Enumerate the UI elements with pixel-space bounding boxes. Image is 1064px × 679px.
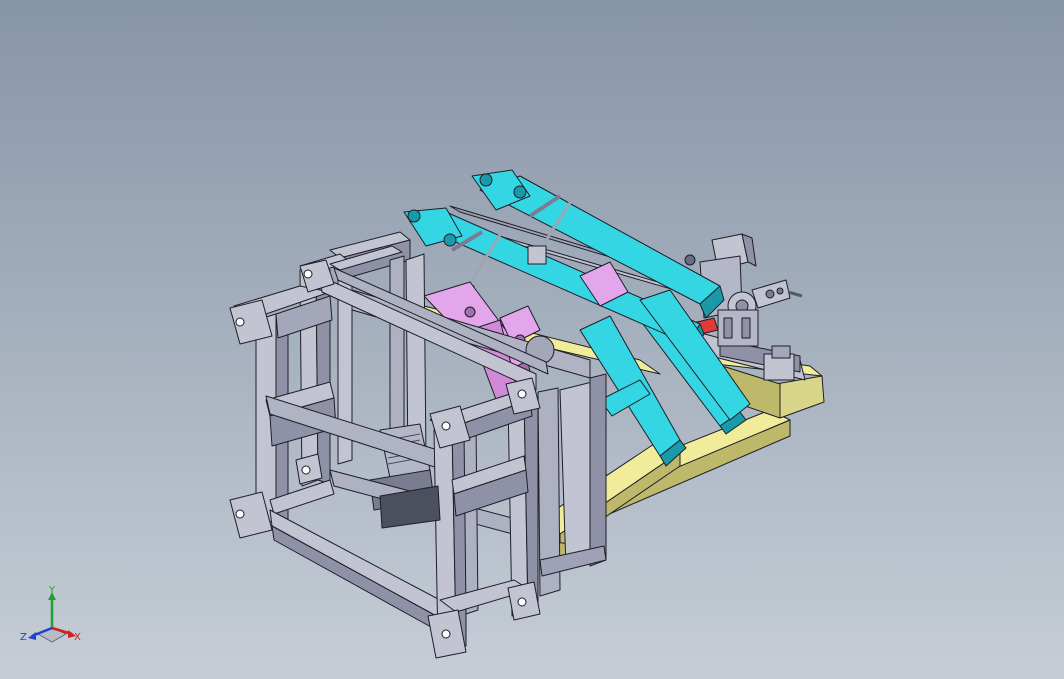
triad-y-label: Y	[48, 585, 56, 596]
cad-graphics-area[interactable]: Y X Z	[0, 0, 1064, 679]
cad-assembly-model[interactable]	[0, 0, 1064, 679]
triad-z-arrow	[28, 632, 36, 640]
axis-triad[interactable]: Y X Z	[16, 584, 86, 654]
triad-z-label: Z	[20, 632, 27, 643]
triad-x-label: X	[74, 632, 81, 643]
